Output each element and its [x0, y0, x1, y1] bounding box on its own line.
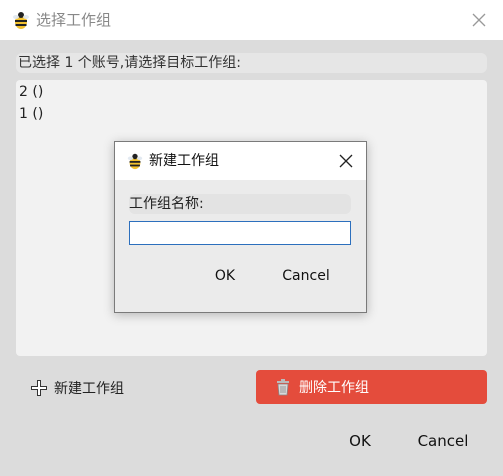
modal-ok-button[interactable]: OK [205, 264, 245, 288]
list-item[interactable]: 1 () [19, 104, 43, 124]
ok-button[interactable]: OK [338, 428, 382, 454]
selection-info-text: 已选择 1 个账号,请选择目标工作组: [18, 55, 241, 71]
new-workgroup-button[interactable]: 新建工作组 [30, 372, 160, 404]
workgroup-name-label: 工作组名称: [129, 194, 351, 214]
selection-info: 已选择 1 个账号,请选择目标工作组: [16, 53, 487, 73]
modal-title: 新建工作组 [149, 153, 219, 169]
close-icon [339, 154, 353, 168]
bee-icon [13, 12, 29, 29]
close-icon [472, 13, 486, 27]
new-workgroup-label: 新建工作组 [54, 381, 124, 397]
modal-cancel-button[interactable]: Cancel [275, 264, 337, 288]
workgroup-name-input[interactable] [129, 221, 351, 245]
modal-title-bar: 新建工作组 [115, 142, 366, 180]
delete-workgroup-button[interactable]: 删除工作组 [256, 370, 487, 404]
trash-icon [277, 379, 289, 396]
modal-close-button[interactable] [333, 147, 359, 175]
delete-workgroup-label: 删除工作组 [299, 380, 369, 396]
plus-icon [31, 380, 47, 396]
cancel-button[interactable]: Cancel [412, 428, 474, 454]
close-button[interactable] [465, 6, 493, 34]
list-item[interactable]: 2 () [19, 82, 43, 102]
new-workgroup-modal: 新建工作组 工作组名称: OK Cancel [114, 141, 367, 313]
dialog-title: 选择工作组 [36, 11, 112, 29]
bee-icon [127, 153, 143, 170]
title-bar: 选择工作组 [0, 0, 503, 40]
